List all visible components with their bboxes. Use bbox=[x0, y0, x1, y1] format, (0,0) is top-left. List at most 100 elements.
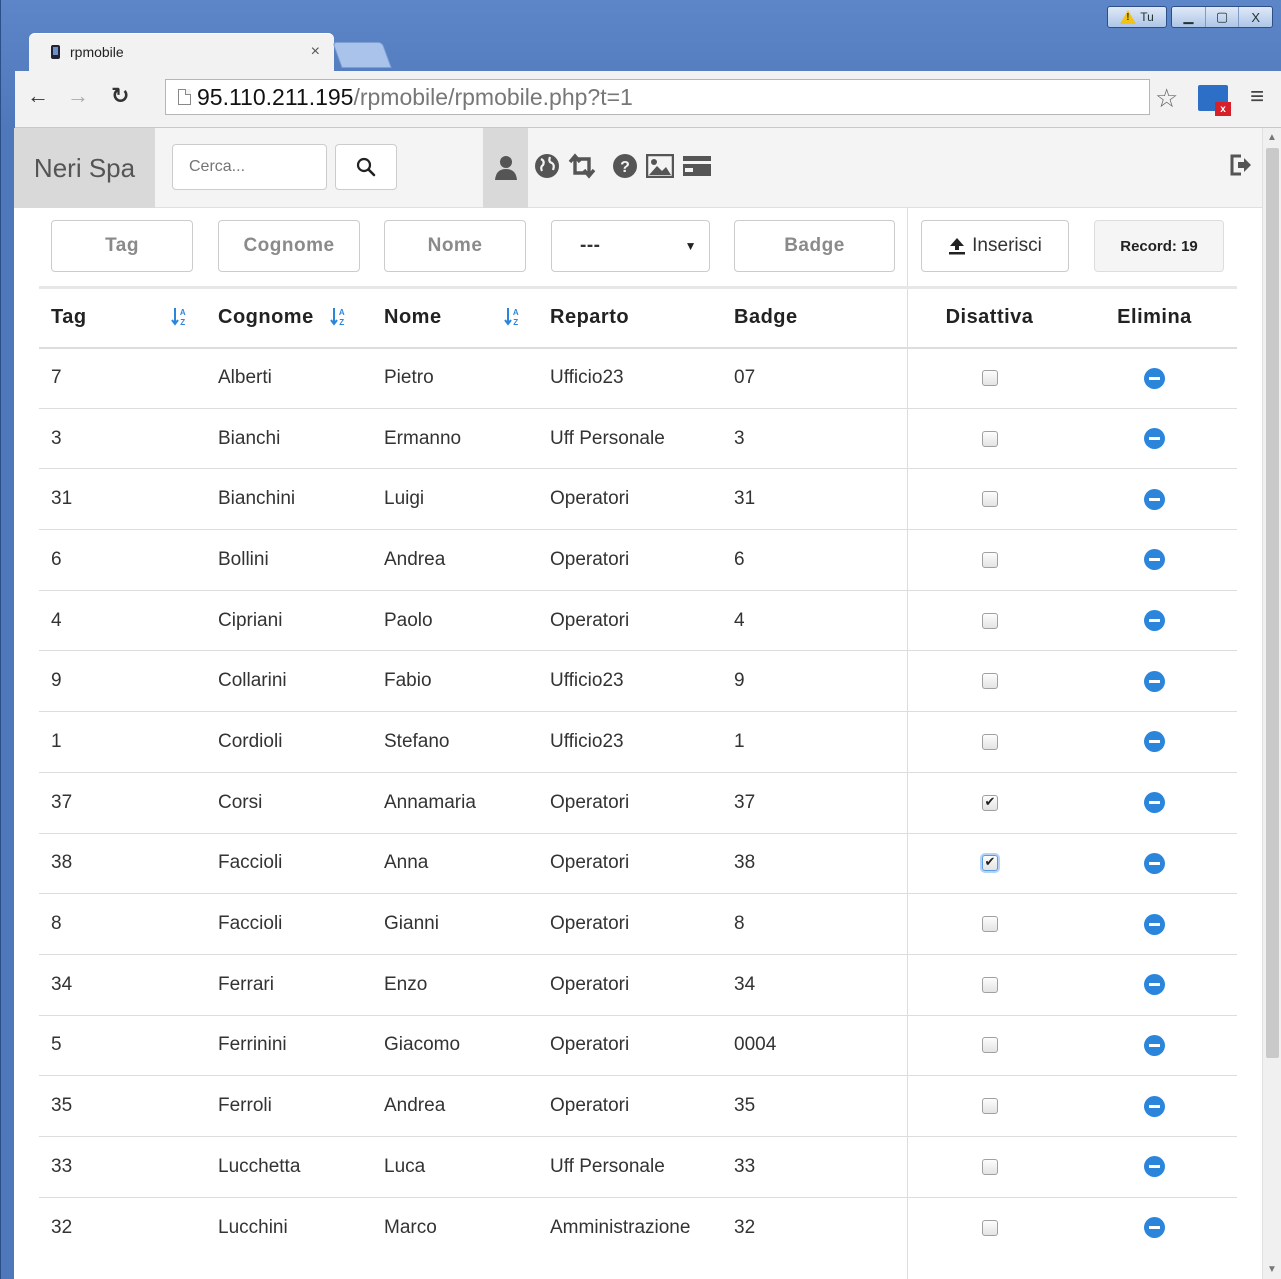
cell-elimina bbox=[1072, 1075, 1237, 1137]
disattiva-checkbox[interactable] bbox=[981, 1219, 998, 1236]
disattiva-checkbox[interactable] bbox=[981, 916, 998, 933]
delete-icon[interactable] bbox=[1144, 913, 1165, 935]
cell-badge: 31 bbox=[722, 468, 907, 530]
cell-badge: 1 bbox=[722, 711, 907, 773]
cell-disattiva bbox=[907, 1075, 1072, 1137]
cell-cognome: Bianchi bbox=[206, 407, 372, 469]
disattiva-checkbox[interactable] bbox=[981, 370, 998, 387]
table-row: 32 Lucchini Marco Amministrazione 32 bbox=[39, 1196, 1237, 1258]
disattiva-checkbox[interactable] bbox=[981, 491, 998, 508]
delete-icon[interactable] bbox=[1144, 1095, 1165, 1117]
delete-icon[interactable] bbox=[1144, 1217, 1165, 1239]
retweet-nav-button[interactable] bbox=[567, 146, 597, 186]
help-nav-button[interactable]: ? bbox=[612, 146, 638, 186]
delete-icon[interactable] bbox=[1144, 610, 1165, 632]
tag-filter-input[interactable]: Tag bbox=[51, 220, 193, 272]
header-reparto[interactable]: Reparto bbox=[538, 286, 722, 349]
cell-tag: 35 bbox=[39, 1075, 206, 1137]
cell-reparto: Operatori bbox=[538, 832, 722, 894]
search-input[interactable] bbox=[172, 144, 327, 190]
disattiva-checkbox[interactable] bbox=[981, 794, 998, 811]
delete-icon[interactable] bbox=[1144, 488, 1165, 510]
menu-icon[interactable]: ≡ bbox=[1250, 83, 1264, 111]
cell-badge: 9 bbox=[722, 650, 907, 712]
disattiva-checkbox[interactable] bbox=[981, 673, 998, 690]
cell-tag: 5 bbox=[39, 1014, 206, 1076]
delete-icon[interactable] bbox=[1144, 1034, 1165, 1056]
disattiva-checkbox[interactable] bbox=[981, 733, 998, 750]
reparto-filter-select[interactable]: --- ▼ bbox=[551, 220, 710, 272]
delete-icon[interactable] bbox=[1144, 731, 1165, 753]
tab-rpmobile[interactable]: rpmobile × bbox=[29, 33, 334, 71]
disattiva-checkbox[interactable] bbox=[981, 976, 998, 993]
warning-button[interactable]: Tu bbox=[1107, 6, 1167, 28]
cell-badge: 07 bbox=[722, 347, 907, 409]
disattiva-checkbox[interactable] bbox=[981, 612, 998, 629]
cell-cognome: Collarini bbox=[206, 650, 372, 712]
disattiva-checkbox[interactable] bbox=[981, 854, 998, 872]
sort-icon[interactable]: A Z bbox=[330, 307, 346, 327]
cell-cognome: Ferrari bbox=[206, 953, 372, 1016]
cell-nome: Fabio bbox=[372, 650, 538, 712]
vertical-scrollbar[interactable]: ▲ ▼ bbox=[1262, 128, 1281, 1279]
cell-badge: 8 bbox=[722, 893, 907, 955]
cognome-filter-input[interactable]: Cognome bbox=[218, 220, 360, 272]
header-tag[interactable]: Tag A Z bbox=[39, 286, 206, 349]
bookmark-star-icon[interactable]: ☆ bbox=[1155, 83, 1178, 114]
new-tab-button[interactable] bbox=[332, 42, 392, 68]
badge-filter-input[interactable]: Badge bbox=[734, 220, 895, 272]
cell-disattiva bbox=[907, 1196, 1072, 1258]
address-bar[interactable]: 95.110.211.195/rpmobile/rpmobile.php?t=1 bbox=[165, 79, 1150, 115]
cell-reparto: Operatori bbox=[538, 1075, 722, 1137]
disattiva-checkbox[interactable] bbox=[981, 430, 998, 447]
globe-nav-button[interactable] bbox=[534, 146, 560, 186]
scroll-up-icon[interactable]: ▲ bbox=[1267, 132, 1277, 143]
cell-nome: Gianni bbox=[372, 893, 538, 955]
user-nav-button[interactable] bbox=[483, 128, 528, 208]
header-cognome[interactable]: Cognome A Z bbox=[206, 286, 372, 349]
scroll-thumb[interactable] bbox=[1266, 148, 1279, 1058]
reload-icon[interactable]: ↻ bbox=[111, 83, 129, 109]
card-nav-button[interactable] bbox=[682, 146, 712, 186]
cell-tag: 31 bbox=[39, 468, 206, 530]
cell-badge: 37 bbox=[722, 771, 907, 833]
logout-button[interactable] bbox=[1230, 154, 1252, 181]
delete-icon[interactable] bbox=[1144, 549, 1165, 571]
filter-bar: Tag Cognome Nome --- ▼ Badge Inserisci R… bbox=[14, 208, 1262, 286]
delete-icon[interactable] bbox=[1144, 974, 1165, 996]
disattiva-checkbox[interactable] bbox=[981, 1098, 998, 1115]
minimize-icon[interactable]: ▁ bbox=[1172, 7, 1206, 27]
cell-nome: Giacomo bbox=[372, 1014, 538, 1076]
back-icon[interactable]: ← bbox=[27, 83, 49, 109]
delete-icon[interactable] bbox=[1144, 792, 1165, 814]
tab-close-icon[interactable]: × bbox=[311, 43, 320, 61]
header-nome[interactable]: Nome A Z bbox=[372, 286, 538, 349]
forward-icon[interactable]: → bbox=[67, 83, 89, 109]
disattiva-checkbox[interactable] bbox=[981, 1037, 998, 1054]
brand[interactable]: Neri Spa bbox=[14, 128, 155, 208]
disattiva-checkbox[interactable] bbox=[981, 1158, 998, 1175]
delete-icon[interactable] bbox=[1144, 670, 1165, 692]
cell-elimina bbox=[1072, 1014, 1237, 1076]
maximize-icon[interactable]: ▢ bbox=[1205, 7, 1240, 27]
close-window-button[interactable]: X bbox=[1239, 7, 1272, 27]
cell-tag: 37 bbox=[39, 771, 206, 833]
insert-button[interactable]: Inserisci bbox=[921, 220, 1069, 272]
delete-icon[interactable] bbox=[1144, 852, 1165, 874]
disattiva-checkbox[interactable] bbox=[981, 551, 998, 568]
delete-icon[interactable] bbox=[1144, 1156, 1165, 1178]
scroll-down-icon[interactable]: ▼ bbox=[1267, 1264, 1277, 1275]
delete-icon[interactable] bbox=[1144, 428, 1165, 450]
sort-icon[interactable]: A Z bbox=[504, 307, 520, 327]
nome-filter-input[interactable]: Nome bbox=[384, 220, 526, 272]
search-button[interactable] bbox=[335, 144, 397, 190]
cell-nome: Pietro bbox=[372, 347, 538, 409]
question-icon: ? bbox=[613, 154, 637, 178]
image-nav-button[interactable] bbox=[646, 146, 674, 186]
delete-icon[interactable] bbox=[1144, 367, 1165, 389]
cell-nome: Stefano bbox=[372, 711, 538, 773]
cell-disattiva bbox=[907, 589, 1072, 651]
sort-icon[interactable]: A Z bbox=[171, 307, 187, 327]
header-badge[interactable]: Badge bbox=[722, 286, 907, 349]
cell-badge: 6 bbox=[722, 529, 907, 591]
